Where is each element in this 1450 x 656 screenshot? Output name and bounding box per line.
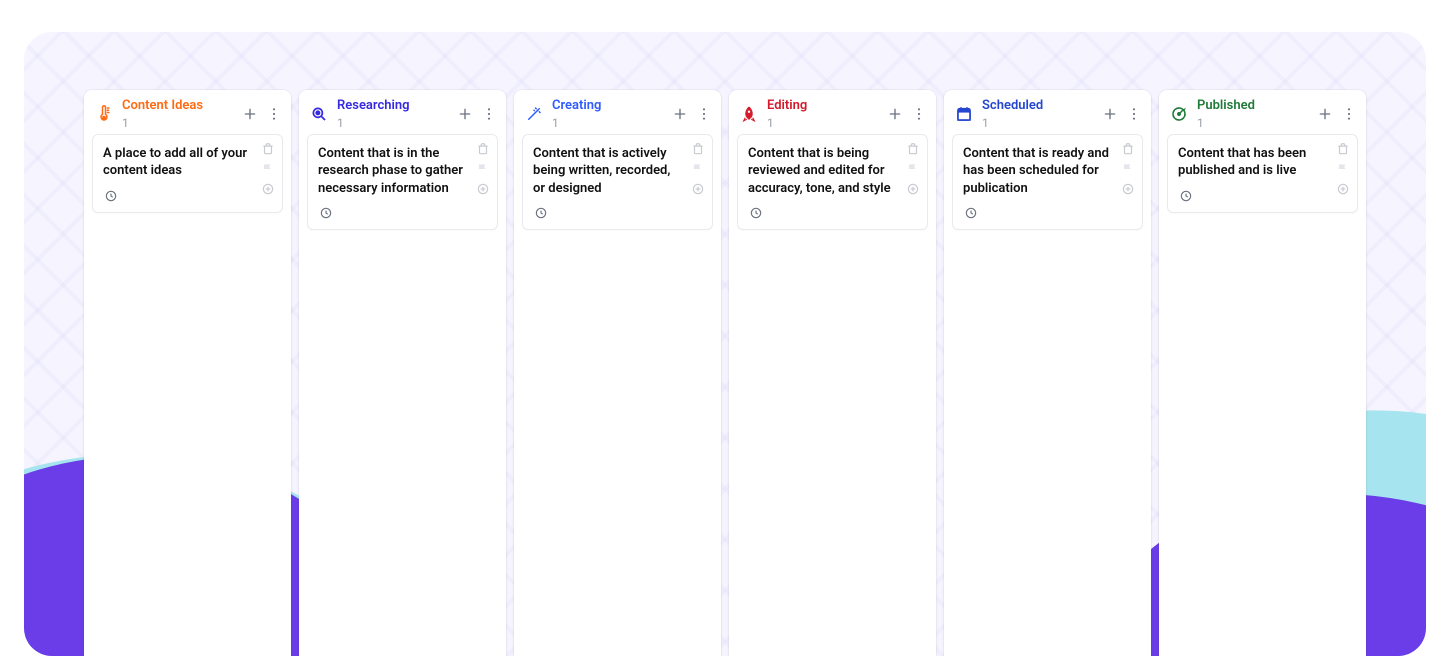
column-title[interactable]: Content Ideas — [122, 98, 231, 114]
column-menu-button[interactable] — [478, 103, 500, 125]
column-creating: Creating 1 Content that is actively bein… — [514, 90, 721, 656]
column-count: 1 — [337, 116, 446, 130]
column-header: Published 1 — [1159, 90, 1366, 134]
column-menu-button[interactable] — [1123, 103, 1145, 125]
add-card-button[interactable] — [884, 103, 906, 125]
card[interactable]: Content that is actively being written, … — [522, 134, 713, 231]
add-card-button[interactable] — [1099, 103, 1121, 125]
flag-icon[interactable] — [260, 161, 276, 177]
add-card-button[interactable] — [669, 103, 691, 125]
column-count: 1 — [982, 116, 1091, 130]
add-subitem-icon[interactable] — [690, 181, 706, 197]
column-researching: Researching 1 Content that is in the res… — [299, 90, 506, 656]
add-subitem-icon[interactable] — [260, 181, 276, 197]
card[interactable]: Content that has been published and is l… — [1167, 134, 1358, 213]
card-title: Content that is being reviewed and edite… — [748, 145, 899, 198]
column-title[interactable]: Scheduled — [982, 98, 1091, 114]
add-subitem-icon[interactable] — [905, 181, 921, 197]
column-editing: Editing 1 Content that is being reviewed… — [729, 90, 936, 656]
card-title: Content that has been published and is l… — [1178, 145, 1329, 180]
column-count: 1 — [767, 116, 876, 130]
delete-icon[interactable] — [1120, 141, 1136, 157]
card-title: Content that is in the research phase to… — [318, 145, 469, 198]
column-title[interactable]: Researching — [337, 98, 446, 114]
add-card-button[interactable] — [454, 103, 476, 125]
column-scheduled: Scheduled 1 Content that is ready and ha… — [944, 90, 1151, 656]
clock-icon[interactable] — [748, 205, 764, 221]
card-title: Content that is actively being written, … — [533, 145, 684, 198]
card[interactable]: Content that is being reviewed and edite… — [737, 134, 928, 231]
flag-icon[interactable] — [690, 161, 706, 177]
column-published: Published 1 Content that has been publis… — [1159, 90, 1366, 656]
add-subitem-icon[interactable] — [1335, 181, 1351, 197]
card-title: Content that is ready and has been sched… — [963, 145, 1114, 198]
column-menu-button[interactable] — [693, 103, 715, 125]
clock-icon[interactable] — [533, 205, 549, 221]
column-header: Researching 1 — [299, 90, 506, 134]
flag-icon[interactable] — [475, 161, 491, 177]
column-count: 1 — [552, 116, 661, 130]
column-menu-button[interactable] — [263, 103, 285, 125]
column-title[interactable]: Editing — [767, 98, 876, 114]
wand-icon — [524, 104, 544, 124]
column-title[interactable]: Creating — [552, 98, 661, 114]
clock-icon[interactable] — [1178, 188, 1194, 204]
column-header: Content Ideas 1 — [84, 90, 291, 134]
delete-icon[interactable] — [260, 141, 276, 157]
magnifier-icon — [309, 104, 329, 124]
add-subitem-icon[interactable] — [1120, 181, 1136, 197]
card[interactable]: Content that is in the research phase to… — [307, 134, 498, 231]
column-header: Creating 1 — [514, 90, 721, 134]
column-content-ideas: Content Ideas 1 A place to add all of yo… — [84, 90, 291, 656]
column-count: 1 — [122, 116, 231, 130]
flag-icon[interactable] — [1335, 161, 1351, 177]
column-count: 1 — [1197, 116, 1306, 130]
thermometer-icon — [94, 104, 114, 124]
column-header: Scheduled 1 — [944, 90, 1151, 134]
card[interactable]: A place to add all of your content ideas — [92, 134, 283, 213]
flag-icon[interactable] — [1120, 161, 1136, 177]
calendar-icon — [954, 104, 974, 124]
rocket-icon — [739, 104, 759, 124]
column-title[interactable]: Published — [1197, 98, 1306, 114]
delete-icon[interactable] — [690, 141, 706, 157]
clock-icon[interactable] — [963, 205, 979, 221]
column-header: Editing 1 — [729, 90, 936, 134]
add-subitem-icon[interactable] — [475, 181, 491, 197]
add-card-button[interactable] — [1314, 103, 1336, 125]
delete-icon[interactable] — [475, 141, 491, 157]
kanban-board: Content Ideas 1 A place to add all of yo… — [84, 90, 1366, 656]
column-menu-button[interactable] — [908, 103, 930, 125]
flag-icon[interactable] — [905, 161, 921, 177]
delete-icon[interactable] — [905, 141, 921, 157]
column-menu-button[interactable] — [1338, 103, 1360, 125]
card-title: A place to add all of your content ideas — [103, 145, 254, 180]
target-icon — [1169, 104, 1189, 124]
clock-icon[interactable] — [103, 188, 119, 204]
app-frame: Content Ideas 1 A place to add all of yo… — [24, 32, 1426, 656]
card[interactable]: Content that is ready and has been sched… — [952, 134, 1143, 231]
add-card-button[interactable] — [239, 103, 261, 125]
clock-icon[interactable] — [318, 205, 334, 221]
delete-icon[interactable] — [1335, 141, 1351, 157]
